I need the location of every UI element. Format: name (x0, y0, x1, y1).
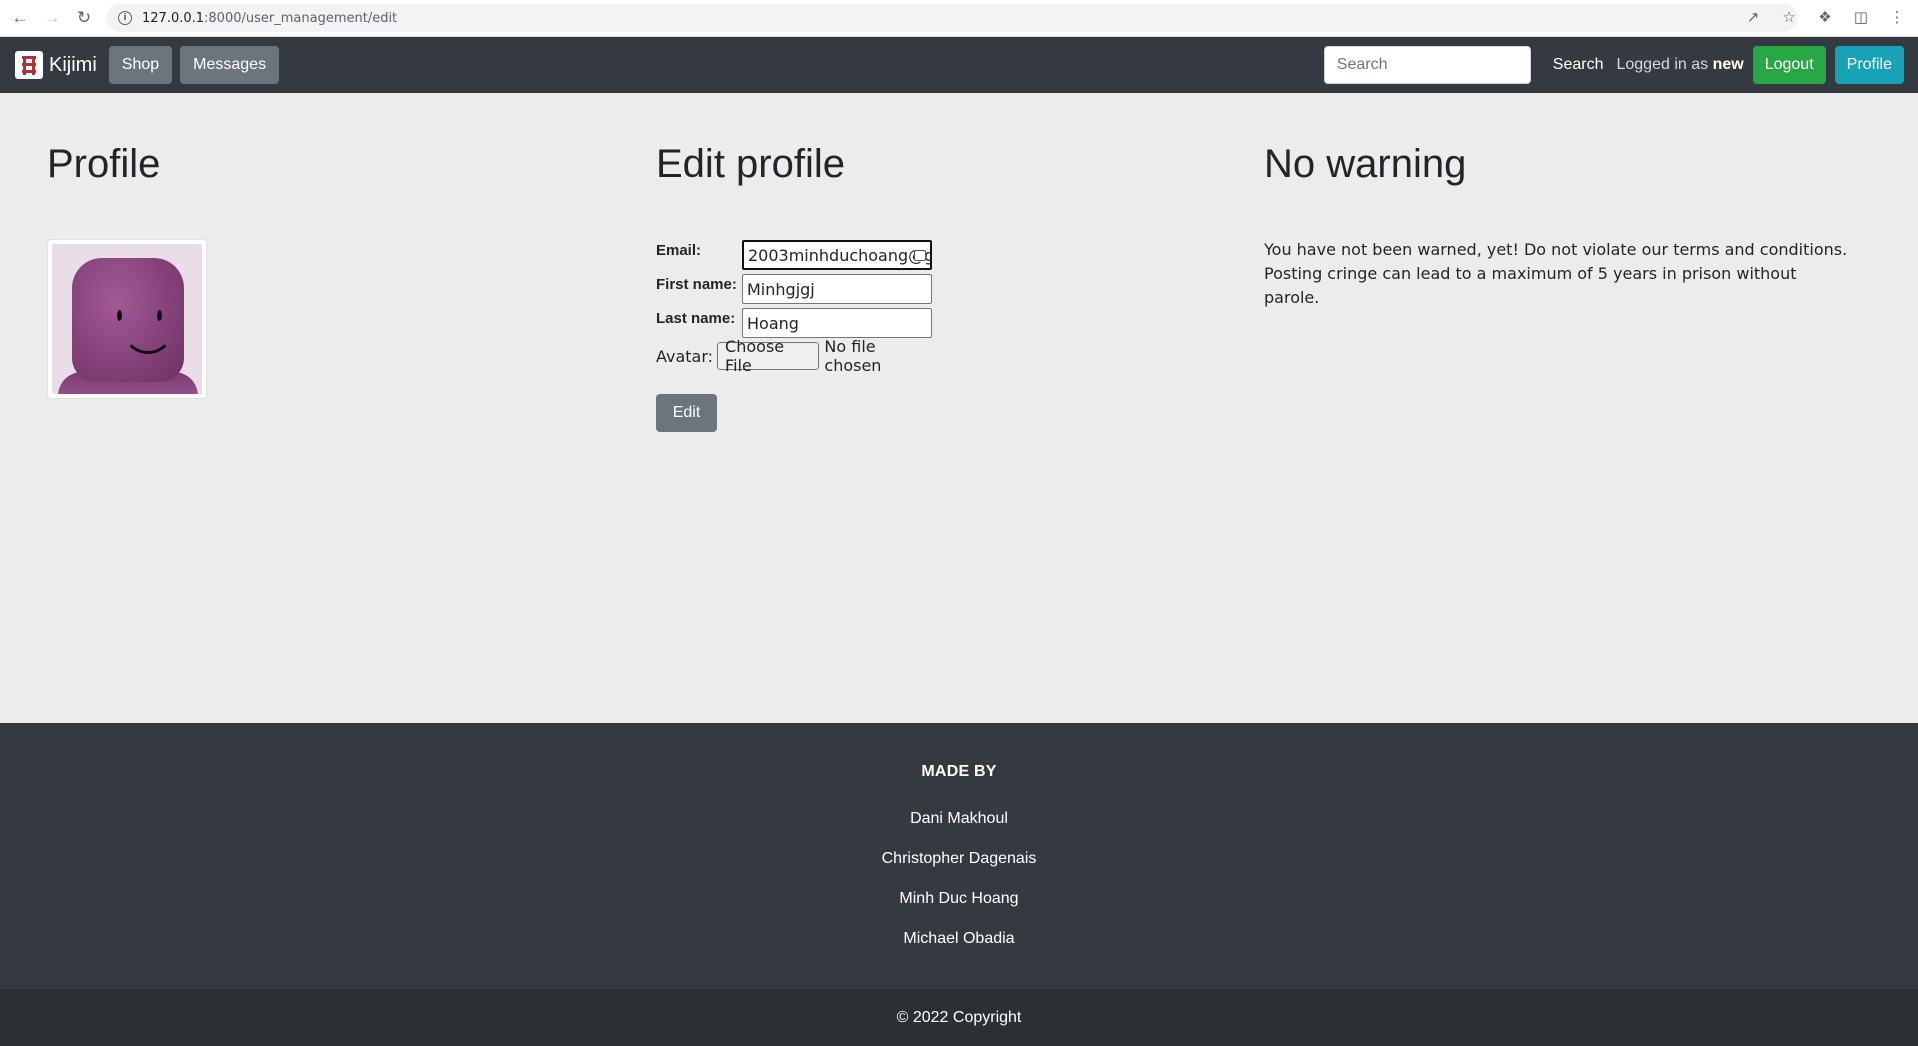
choose-file-button[interactable]: Choose File (717, 337, 820, 375)
logged-in-username: new (1712, 56, 1744, 73)
logged-in-prefix: Logged in as (1616, 56, 1709, 73)
copyright-text: © 2022 Copyright (896, 1008, 1022, 1026)
brand-link[interactable]: Kijimi (15, 51, 97, 79)
site-info-icon[interactable]: i (118, 11, 132, 25)
avatar (47, 239, 207, 399)
edit-profile-section: Edit profile Email: 2003minhduchoang@gm … (656, 140, 932, 432)
warning-title: No warning (1264, 142, 1467, 186)
brand-name: Kijimi (49, 53, 97, 76)
edit-profile-form: Email: 2003minhduchoang@gm First name: M… (656, 238, 932, 432)
warning-section: No warning You have not been warned, yet… (1264, 140, 1854, 307)
footer-title: MADE BY (921, 763, 997, 780)
edit-submit-button[interactable]: Edit (656, 394, 717, 432)
url-path: :8000/user_management/edit (204, 10, 398, 26)
search-button[interactable]: Search (1553, 56, 1604, 74)
search-input[interactable] (1323, 46, 1531, 84)
last-name-field[interactable]: Hoang (742, 308, 932, 338)
shop-button[interactable]: Shop (108, 46, 173, 84)
avatar-label: Avatar: (656, 346, 714, 366)
browser-toolbar: ← → ↻ i 127.0.0.1:8000/user_management/e… (0, 0, 1918, 37)
avatar-image (52, 244, 202, 394)
site-navbar: Kijimi Shop Messages Search Logged in as… (0, 37, 1918, 93)
edit-profile-title: Edit profile (656, 142, 845, 186)
profile-title: Profile (47, 142, 161, 186)
autofill-key-icon[interactable] (914, 250, 926, 261)
first-name-value: Minhgjgj (747, 279, 815, 299)
url-host: 127.0.0.1 (142, 10, 205, 26)
first-name-field[interactable]: Minhgjgj (742, 274, 932, 304)
footer-author: Dani Makhoul (910, 810, 1008, 827)
profile-button[interactable]: Profile (1834, 46, 1904, 84)
messages-button[interactable]: Messages (180, 46, 280, 84)
last-name-value: Hoang (747, 313, 799, 333)
copyright-bar: © 2022 Copyright (0, 989, 1918, 1046)
footer-author: Minh Duc Hoang (899, 890, 1019, 907)
no-file-text: No file chosen (824, 337, 882, 375)
profile-section: Profile (47, 140, 207, 399)
reload-icon[interactable]: ↻ (72, 6, 96, 30)
extensions-puzzle-icon[interactable]: ❖ (1814, 6, 1836, 28)
back-arrow-icon[interactable]: ← (8, 6, 32, 30)
logged-in-status: Logged in as new (1616, 56, 1743, 74)
email-value: 2003minhduchoang@gm (748, 245, 932, 265)
bookmark-star-icon[interactable]: ☆ (1778, 6, 1800, 28)
address-bar[interactable]: i 127.0.0.1:8000/user_management/edit (106, 4, 1798, 32)
side-panel-icon[interactable]: ◫ (1850, 6, 1872, 28)
last-name-label: Last name: (656, 310, 736, 327)
kijimi-logo-icon (15, 51, 43, 79)
footer-author: Michael Obadia (903, 930, 1015, 947)
browser-menu-icon[interactable]: ⋮ (1886, 6, 1908, 28)
email-field[interactable]: 2003minhduchoang@gm (742, 240, 932, 270)
footer-author: Christopher Dagenais (881, 850, 1037, 867)
forward-arrow-icon[interactable]: → (40, 6, 64, 30)
email-label: Email: (656, 242, 702, 259)
logout-button[interactable]: Logout (1752, 46, 1826, 84)
first-name-label: First name: (656, 276, 737, 293)
share-icon[interactable]: ↗ (1742, 6, 1764, 28)
warning-text: You have not been warned, yet! Do not vi… (1264, 240, 1848, 307)
footer: MADE BY Dani Makhoul Christopher Dagenai… (0, 723, 1918, 989)
